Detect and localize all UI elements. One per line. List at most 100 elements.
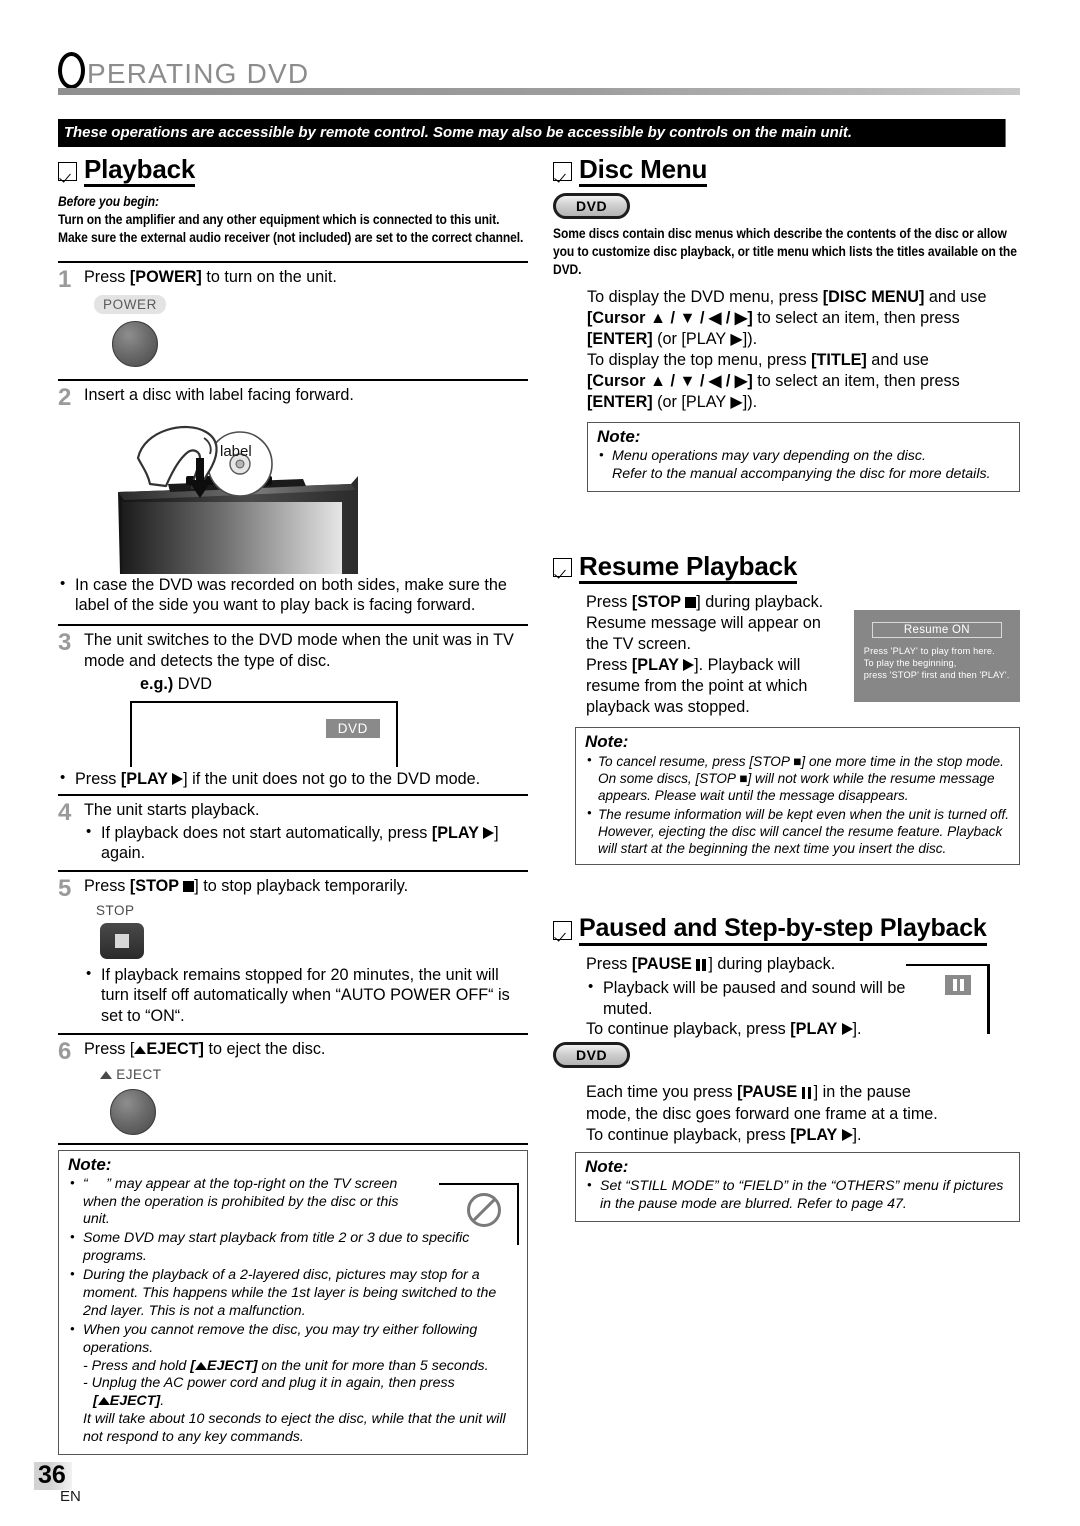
list-item: Menu operations may vary depending on th… <box>597 447 1010 484</box>
section-title: Paused and Step-by-step Playback <box>579 914 987 946</box>
step-number: 2 <box>58 383 72 411</box>
svg-text:label: label <box>220 443 252 460</box>
disc-menu-body: To display the DVD menu, press [DISC MEN… <box>587 287 1020 413</box>
list-item: To cancel resume, press [STOP ■] one mor… <box>585 752 1010 804</box>
left-column: Playback Before you begin: Turn on the a… <box>58 155 528 1456</box>
list-item: When you cannot remove the disc, you may… <box>68 1321 518 1447</box>
eject-button-label: EJECT <box>100 1067 162 1082</box>
bullet-pre: Press <box>75 770 121 788</box>
right-column: Disc Menu DVD Some discs contain disc me… <box>553 155 1020 1223</box>
step-4: 4 The unit starts playback. If playback … <box>58 800 528 864</box>
list-item: The resume information will be kept even… <box>585 805 1010 857</box>
bullet-post: ] if the unit does not go to the DVD mod… <box>183 770 481 788</box>
dvd-badge: DVD <box>553 1042 631 1069</box>
note-subline: Refer to the manual accompanying the dis… <box>612 465 991 482</box>
resume-screen-line1: Press 'PLAY' to play from here. <box>863 645 995 656</box>
step-text-pre: Press <box>84 267 130 286</box>
step-text-pre: Press <box>84 876 130 895</box>
disc-menu-line: [Cursor ▲ / ▼ / ◀ / ▶] to select an item… <box>587 371 960 390</box>
page-title: PERATING DVD <box>58 46 1020 90</box>
paused-line-1: Press [PAUSE ] during playback. <box>586 954 916 976</box>
play-triangle-icon <box>172 773 184 785</box>
step-divider <box>58 378 528 381</box>
power-button-graphic <box>112 320 158 367</box>
step-text: Press [EJECT] to eject the disc. EJECT <box>84 1039 528 1135</box>
note-subline: [EJECT]. <box>93 1393 165 1410</box>
header-divider <box>58 88 1020 95</box>
checkbox-icon <box>553 920 572 940</box>
pause-bars-icon <box>696 955 708 976</box>
list-item: Set “STILL MODE” to “FIELD” in the “OTHE… <box>585 1177 1010 1214</box>
step-4-bullets: If playback does not start automatically… <box>84 822 528 864</box>
page-language: EN <box>60 1487 81 1505</box>
step-5-bullets: If playback remains stopped for 20 minut… <box>84 964 528 1027</box>
note-title: Note: <box>585 732 629 752</box>
stop-square-glyph <box>115 933 129 948</box>
resume-line-3: the TV screen. <box>586 634 691 653</box>
note-subline: - Unplug the AC power cord and plug it i… <box>83 1375 455 1392</box>
step-divider <box>58 869 528 872</box>
step-divider <box>58 1032 528 1035</box>
list-item: “ ⃝ ” may appear at the top-right on the… <box>68 1175 418 1230</box>
example-bold: e.g.) <box>140 674 174 693</box>
resume-line-1: Press [STOP ] during playback. <box>586 592 824 611</box>
step-divider <box>58 260 528 263</box>
section-title: Resume Playback <box>579 552 797 584</box>
resume-on-label: Resume ON <box>871 621 1002 638</box>
section-disc-menu-heading: Disc Menu <box>553 155 1020 188</box>
step-text-main: The unit starts playback. <box>84 800 260 819</box>
note-subline: - Press and hold [EJECT] on the unit for… <box>83 1357 489 1374</box>
example-label: e.g.) DVD <box>140 674 528 695</box>
step-text-post: to eject the disc. <box>203 1039 326 1058</box>
osd-dvd-chip: DVD <box>325 719 380 738</box>
note-list: To cancel resume, press [STOP ■] one mor… <box>585 752 1010 857</box>
step-key: EJECT] <box>134 1040 204 1058</box>
play-triangle-icon <box>483 826 495 839</box>
stop-button-label: STOP <box>96 902 135 918</box>
step-text-main: Insert a disc with label facing forward. <box>84 385 354 404</box>
resume-line-6: playback was stopped. <box>586 698 750 717</box>
step-text: The unit switches to the DVD mode when t… <box>84 630 528 695</box>
resume-line-2: Resume message will appear on <box>586 613 821 632</box>
step-text-main: The unit switches to the DVD mode when t… <box>84 630 514 670</box>
step-number: 3 <box>58 628 72 656</box>
page-number: 36 <box>34 1461 72 1490</box>
stop-square-icon <box>685 596 697 608</box>
resume-tv-screen: Resume ON Press 'PLAY' to play from here… <box>853 609 1020 702</box>
note-title: Note: <box>597 426 641 446</box>
stop-square-icon <box>183 880 195 892</box>
step-2: 2 Insert a disc with label facing forwar… <box>58 385 528 410</box>
note-list: Menu operations may vary depending on th… <box>597 447 1010 484</box>
step-text: Press [STOP ] to stop playback temporari… <box>84 876 528 1027</box>
step-key: [STOP <box>130 877 195 895</box>
power-button-label: POWER <box>94 294 167 315</box>
list-item: If playback does not start automatically… <box>84 822 528 864</box>
note-title: Note: <box>68 1154 112 1174</box>
note-box-resume: Note: To cancel resume, press [STOP ■] o… <box>575 727 1020 865</box>
note-title: Note: <box>585 1157 629 1177</box>
step-number: 6 <box>58 1037 72 1065</box>
step-6: 6 Press [EJECT] to eject the disc. EJECT <box>58 1039 528 1135</box>
list-item: Playback will be paused and sound will b… <box>586 977 916 1019</box>
resume-body: Press [STOP ] during playback. Resume me… <box>553 592 1020 718</box>
play-triangle-icon <box>683 658 695 671</box>
note-box-disc-menu: Note: Menu operations may vary depending… <box>587 421 1020 492</box>
eject-arrow-icon <box>195 1361 207 1370</box>
resume-line-5: resume from the point at which <box>586 677 808 696</box>
play-triangle-icon <box>841 1129 853 1142</box>
checkbox-icon <box>58 161 77 181</box>
resume-screen-line3: press 'STOP' first and then 'PLAY'. <box>863 670 1010 681</box>
section-playback-heading: Playback <box>58 155 528 188</box>
list-item: If playback remains stopped for 20 minut… <box>84 964 528 1027</box>
step-text: The unit starts playback. If playback do… <box>84 800 528 864</box>
step-text-post: to turn on the unit. <box>201 267 337 286</box>
eject-arrow-icon <box>134 1045 147 1054</box>
prohibited-icon <box>467 1192 501 1227</box>
dvd-badge: DVD <box>553 193 631 220</box>
paused-para: Each time you press [PAUSE ] in the paus… <box>586 1082 956 1146</box>
step-divider <box>58 793 528 796</box>
pause-osd-frame <box>906 963 990 1040</box>
bullet-key: [PLAY <box>432 824 495 842</box>
disc-menu-intro: Some discs contain disc menus which desc… <box>553 226 1017 277</box>
step-text: Insert a disc with label facing forward. <box>84 385 528 406</box>
